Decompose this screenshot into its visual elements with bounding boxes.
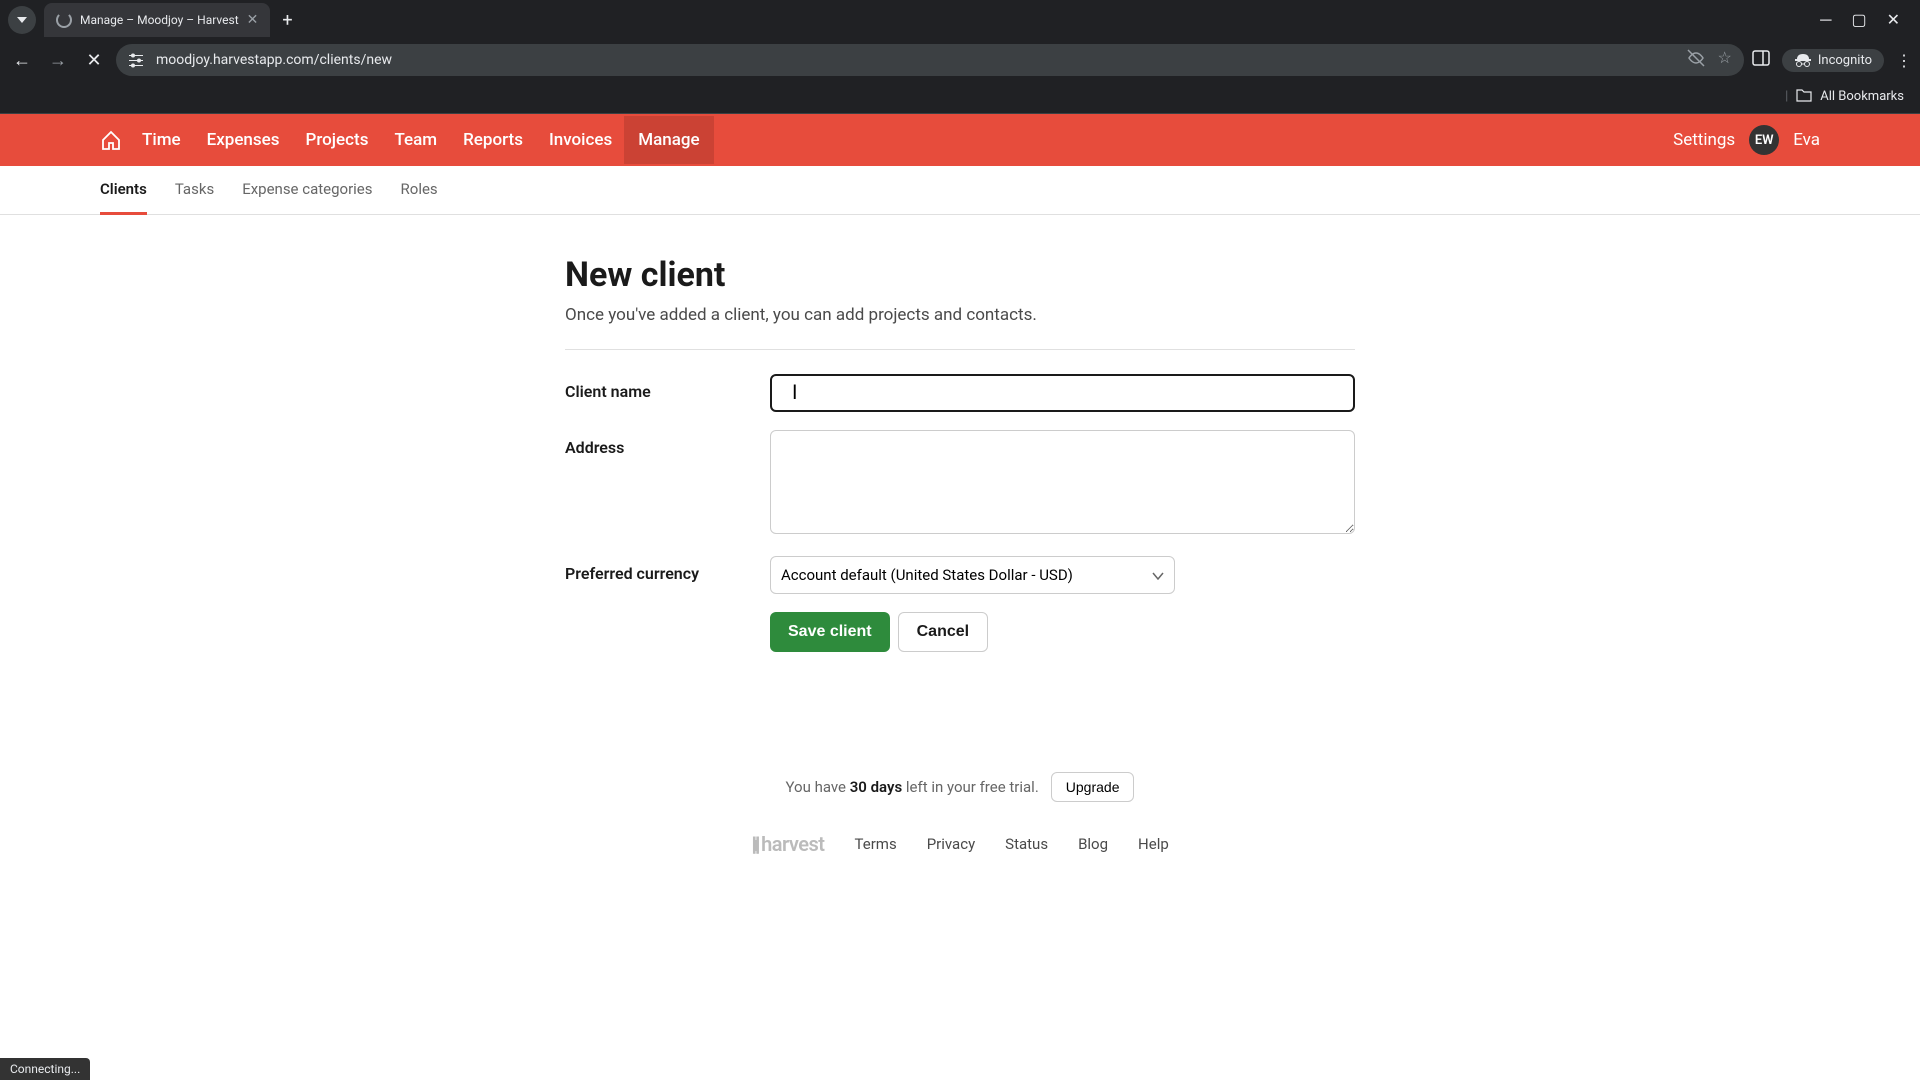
forward-button[interactable]: → [44, 46, 72, 74]
browser-tab[interactable]: Manage – Moodjoy – Harvest ✕ [44, 3, 270, 37]
side-panel-icon[interactable] [1752, 49, 1770, 71]
incognito-label: Incognito [1818, 53, 1872, 68]
form-buttons: Save client Cancel [770, 612, 1355, 652]
kebab-menu-icon[interactable]: ⋮ [1896, 51, 1912, 70]
incognito-icon [1794, 53, 1812, 67]
back-button[interactable]: ← [8, 46, 36, 74]
form-row-address: Address [565, 430, 1355, 538]
nav-manage[interactable]: Manage [624, 116, 713, 164]
close-window-icon[interactable]: ✕ [1887, 10, 1900, 30]
minimize-icon[interactable]: ─ [1820, 10, 1831, 30]
incognito-badge[interactable]: Incognito [1782, 49, 1884, 72]
address-bar[interactable]: moodjoy.harvestapp.com/clients/new ☆ [116, 44, 1744, 76]
page-title: New client [565, 255, 1355, 295]
folder-icon [1796, 88, 1812, 106]
stop-reload-button[interactable]: ✕ [80, 46, 108, 74]
nav-invoices[interactable]: Invoices [549, 116, 612, 164]
tab-title: Manage – Moodjoy – Harvest [80, 13, 239, 27]
app-header: Time Expenses Projects Team Reports Invo… [0, 114, 1920, 166]
tab-bar: Manage – Moodjoy – Harvest ✕ + ─ ▢ ✕ [0, 0, 1920, 40]
currency-selected-value: Account default (United States Dollar - … [781, 566, 1073, 584]
address-label: Address [565, 430, 770, 538]
footer-blog[interactable]: Blog [1078, 835, 1108, 853]
browser-status-bar: Connecting... [0, 1058, 90, 1080]
save-client-button[interactable]: Save client [770, 612, 890, 652]
manage-subnav: Clients Tasks Expense categories Roles [0, 166, 1920, 215]
footer-privacy[interactable]: Privacy [927, 835, 975, 853]
subnav-roles[interactable]: Roles [401, 166, 438, 214]
eye-off-icon[interactable] [1686, 48, 1706, 72]
footer: You have 30 days left in your free trial… [0, 772, 1920, 896]
user-avatar[interactable]: EW [1749, 125, 1779, 155]
bookmarks-bar: | All Bookmarks [0, 80, 1920, 114]
client-name-input[interactable] [770, 374, 1355, 412]
bookmark-star-icon[interactable]: ☆ [1718, 48, 1732, 72]
nav-team[interactable]: Team [394, 116, 437, 164]
subnav-clients[interactable]: Clients [100, 166, 147, 215]
form-row-currency: Preferred currency Account default (Unit… [565, 556, 1355, 594]
footer-links: ||ı|| harvest Terms Privacy Status Blog … [0, 832, 1920, 856]
url-text: moodjoy.harvestapp.com/clients/new [156, 52, 392, 68]
window-controls: ─ ▢ ✕ [1820, 10, 1912, 30]
user-name[interactable]: Eva [1793, 130, 1820, 150]
footer-status[interactable]: Status [1005, 835, 1048, 853]
settings-link[interactable]: Settings [1673, 130, 1735, 150]
main-nav: Time Expenses Projects Team Reports Invo… [142, 116, 700, 164]
nav-expenses[interactable]: Expenses [207, 116, 280, 164]
currency-label: Preferred currency [565, 556, 770, 594]
home-icon[interactable] [100, 129, 122, 151]
tune-icon [128, 52, 144, 68]
loading-spinner-icon [56, 12, 72, 28]
chevron-down-icon [17, 17, 27, 23]
footer-help[interactable]: Help [1138, 835, 1169, 853]
tab-search-dropdown[interactable] [8, 6, 36, 34]
harvest-logo[interactable]: ||ı|| harvest [751, 832, 824, 856]
all-bookmarks-link[interactable]: All Bookmarks [1820, 89, 1904, 104]
cancel-button[interactable]: Cancel [898, 612, 988, 652]
page-subtitle: Once you've added a client, you can add … [565, 305, 1355, 325]
divider [565, 349, 1355, 350]
new-tab-button[interactable]: + [282, 10, 292, 31]
upgrade-button[interactable]: Upgrade [1051, 772, 1135, 802]
currency-select[interactable]: Account default (United States Dollar - … [770, 556, 1175, 594]
chevron-down-icon [1152, 566, 1164, 584]
site-info-icon[interactable] [128, 52, 144, 68]
footer-terms[interactable]: Terms [855, 835, 897, 853]
trial-notice: You have 30 days left in your free trial… [0, 772, 1920, 802]
nav-reports[interactable]: Reports [463, 116, 523, 164]
nav-time[interactable]: Time [142, 116, 181, 164]
main-content: New client Once you've added a client, y… [565, 215, 1355, 692]
trial-text: You have 30 days left in your free trial… [786, 778, 1039, 796]
browser-chrome: Manage – Moodjoy – Harvest ✕ + ─ ▢ ✕ ← →… [0, 0, 1920, 114]
maximize-icon[interactable]: ▢ [1851, 10, 1866, 30]
address-bar-row: ← → ✕ moodjoy.harvestapp.com/clients/new… [0, 40, 1920, 80]
address-input[interactable] [770, 430, 1355, 534]
header-right: Settings EW Eva [1673, 125, 1820, 155]
nav-projects[interactable]: Projects [306, 116, 369, 164]
subnav-tasks[interactable]: Tasks [175, 166, 214, 214]
client-name-label: Client name [565, 374, 770, 412]
close-tab-icon[interactable]: ✕ [247, 12, 259, 28]
form-row-client-name: Client name I [565, 374, 1355, 412]
subnav-expense-categories[interactable]: Expense categories [242, 166, 372, 214]
